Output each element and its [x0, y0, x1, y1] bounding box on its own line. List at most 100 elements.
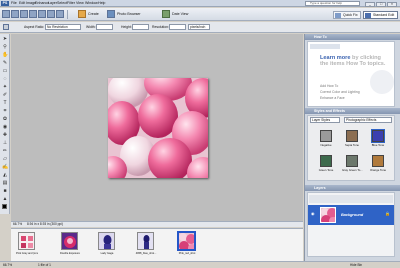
maximize-icon[interactable]: □ [376, 2, 386, 7]
clone-stamp-icon[interactable]: ⊥ [2, 141, 8, 146]
width-field[interactable] [96, 24, 113, 30]
photo-browser-icon[interactable] [107, 10, 115, 18]
pencil-icon[interactable]: ✏ [2, 149, 8, 154]
menu-edit[interactable]: Edit [19, 1, 25, 6]
balloons-photo[interactable] [108, 78, 208, 178]
photo-bin-thumb[interactable] [18, 232, 35, 250]
selection-brush-icon[interactable]: ✐ [2, 93, 8, 98]
thumb-caption: Double Exposure [60, 252, 80, 255]
zoom-tool-icon[interactable]: ⚲ [2, 45, 8, 50]
foreground-color-swatch[interactable] [2, 204, 7, 209]
layer-thumbnail [320, 207, 336, 223]
status-file-count: 1 file of 1 [38, 263, 51, 267]
how-to-link[interactable]: Correct Color and Lighting [320, 90, 360, 94]
effect-swatch[interactable] [346, 155, 358, 167]
open-icon[interactable] [11, 10, 19, 18]
thumb-caption: 4958_blue_shot... [135, 252, 157, 255]
resolution-field[interactable] [169, 24, 186, 30]
photo-bin-thumb[interactable] [137, 232, 154, 250]
effect-swatch-selected[interactable] [371, 129, 385, 143]
hide-bin-button[interactable]: Hide Bin [350, 262, 362, 268]
layers-toolbar [309, 195, 393, 203]
create-icon[interactable] [78, 10, 86, 18]
app-logo: PS [1, 1, 9, 6]
effect-swatch-label: Blue Tone [371, 143, 385, 147]
step-backward-icon[interactable] [47, 10, 55, 18]
status-bar: 66.7% 1 file of 1 Hide Bin [0, 261, 400, 268]
how-to-intro: Learn more by clicking the items How To … [320, 55, 390, 68]
brush-icon[interactable]: ✍ [2, 165, 8, 170]
resolution-unit-select[interactable]: pixels/inch [188, 24, 210, 30]
how-to-nav-bar[interactable] [310, 44, 340, 49]
standard-edit-label: Standard Edit [373, 13, 395, 17]
crop-icon[interactable]: ⌗ [2, 109, 8, 114]
lasso-icon[interactable]: ◌ [2, 77, 8, 82]
effect-swatch[interactable] [346, 130, 358, 142]
styles-effects-header[interactable]: Styles and Effects [305, 108, 400, 114]
quick-fix-icon [335, 13, 341, 18]
blur-tool-icon[interactable]: ▲ [2, 197, 8, 202]
effect-swatch-label: Negative [320, 143, 332, 147]
standard-edit-button[interactable]: Standard Edit [363, 11, 398, 19]
document-zoom: 66.7% [13, 222, 23, 226]
effect-swatch[interactable] [372, 155, 384, 167]
aspect-ratio-select[interactable]: No Restriction [45, 24, 81, 30]
layers-header[interactable]: Layers [305, 185, 400, 191]
photo-bin-thumb[interactable] [61, 232, 78, 250]
effect-swatch[interactable] [320, 155, 332, 167]
how-to-link[interactable]: Enhance a Face [320, 96, 345, 100]
menu-file[interactable]: File [11, 1, 17, 6]
menu-help[interactable]: Help [98, 1, 105, 6]
height-field[interactable] [132, 24, 149, 30]
menu-select[interactable]: Select [57, 1, 67, 6]
menu-view[interactable]: View [76, 1, 84, 6]
standard-edit-icon [365, 13, 371, 18]
cookie-cutter-icon[interactable]: ✿ [2, 117, 8, 122]
email-icon[interactable] [38, 10, 46, 18]
menu-layer[interactable]: Layer [48, 1, 57, 6]
new-file-icon[interactable] [2, 10, 10, 18]
move-tool-icon[interactable]: ➤ [2, 37, 8, 42]
how-to-link[interactable]: Add How To [320, 84, 338, 88]
menu-filter[interactable]: Filter [67, 1, 75, 6]
step-forward-icon[interactable] [56, 10, 64, 18]
create-button[interactable]: Create [88, 12, 99, 16]
how-to-accent: Learn more [320, 55, 351, 61]
quick-fix-label: Quick Fix [343, 13, 358, 17]
crop-tool-icon [3, 24, 9, 30]
eye-icon[interactable]: ◉ [311, 212, 316, 216]
lock-icon[interactable]: 🔒 [385, 212, 390, 217]
close-icon[interactable]: × [387, 2, 397, 7]
red-eye-icon[interactable]: ◉ [2, 125, 8, 130]
menu-window[interactable]: Window [85, 1, 98, 6]
photo-bin-thumb[interactable] [98, 232, 115, 250]
gradient-icon[interactable]: ▤ [2, 181, 8, 186]
type-tool-icon[interactable]: T [2, 101, 8, 106]
date-view-icon[interactable] [162, 10, 170, 18]
photo-bin-thumb-selected[interactable] [177, 231, 196, 251]
magic-wand-icon[interactable]: ✦ [2, 85, 8, 90]
save-icon[interactable] [20, 10, 28, 18]
marquee-icon[interactable]: ▭ [2, 69, 8, 74]
effect-swatch[interactable] [320, 130, 332, 142]
how-to-title: How To [314, 35, 327, 39]
status-zoom: 66.7% [3, 263, 13, 267]
minimize-icon[interactable]: _ [365, 2, 375, 7]
eyedropper-icon[interactable]: ✎ [2, 61, 8, 66]
print-icon[interactable] [29, 10, 37, 18]
date-view-button[interactable]: Date View [172, 12, 188, 16]
shape-tool-icon[interactable]: ■ [2, 189, 8, 194]
healing-brush-icon[interactable]: ✚ [2, 133, 8, 138]
quick-fix-button[interactable]: Quick Fix [333, 11, 361, 19]
photo-browser-button[interactable]: Photo Browser [117, 12, 141, 16]
effect-swatch-label: Green Tone [318, 168, 334, 172]
how-to-header[interactable]: How To [305, 34, 400, 40]
paint-bucket-icon[interactable]: ◭ [2, 173, 8, 178]
style-library-select[interactable]: Photographic Effects [344, 117, 392, 123]
effect-swatch-label: Sepia Tone [345, 143, 359, 147]
document-status-bar: 66.7% 8.94 in x 8.93 in (300 ppi) [11, 221, 303, 227]
hand-tool-icon[interactable]: ✋ [2, 53, 8, 58]
eraser-icon[interactable]: ▱ [2, 157, 8, 162]
style-category-select[interactable]: Layer Styles [310, 117, 340, 123]
help-search-input[interactable]: Type a question for help [305, 1, 360, 6]
